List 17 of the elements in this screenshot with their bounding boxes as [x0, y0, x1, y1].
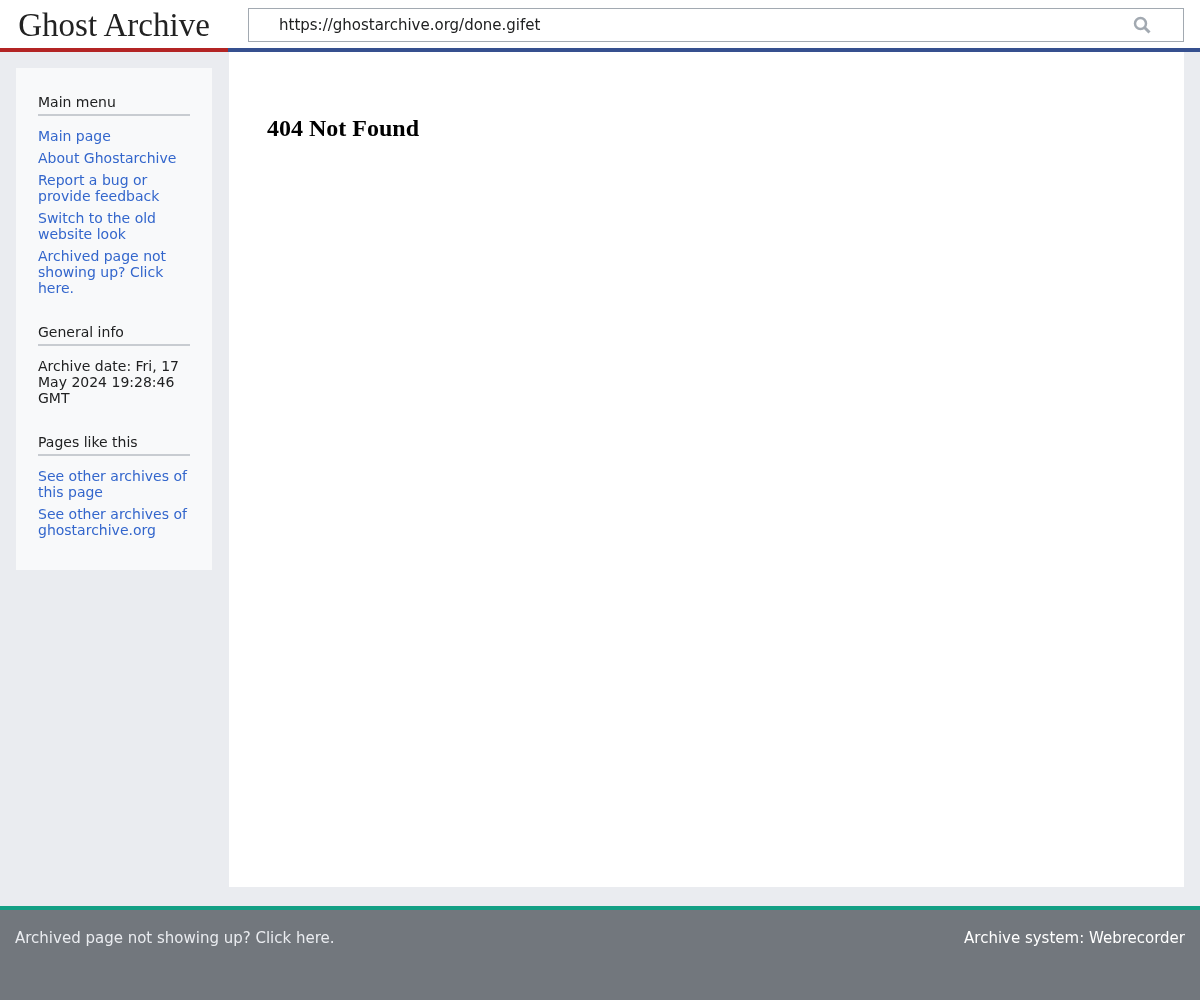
- sidebar-link[interactable]: See other archives of ghostarchive.org: [38, 506, 190, 538]
- page-heading: 404 Not Found: [267, 114, 421, 143]
- sidebar-link[interactable]: Report a bug or provide feedback: [38, 172, 190, 204]
- footer-text: Archive system: Webrecorder: [964, 928, 1185, 949]
- site-logo[interactable]: Ghost Archive: [18, 0, 210, 48]
- sidebar-link[interactable]: See other archives of this page: [38, 468, 190, 500]
- sidebar-link[interactable]: About Ghostarchive: [38, 150, 190, 166]
- section-heading: General info: [38, 322, 190, 346]
- section-heading: Main menu: [38, 92, 190, 116]
- archive-date-text: Archive date: Fri, 17 May 2024 19:28:46 GMT: [38, 358, 180, 406]
- sidebar-link[interactable]: Main page: [38, 128, 190, 144]
- sidebar-link[interactable]: Archived page not showing up? Click here.: [38, 248, 190, 296]
- sidebar-link[interactable]: Switch to the old website look: [38, 210, 190, 242]
- footer-link[interactable]: Archived page not showing up? Click here.: [15, 927, 335, 950]
- section-heading: Pages like this: [38, 432, 190, 456]
- search-icon[interactable]: [1133, 16, 1151, 34]
- search-field[interactable]: https://ghostarchive.org/done.gifet: [248, 8, 1184, 42]
